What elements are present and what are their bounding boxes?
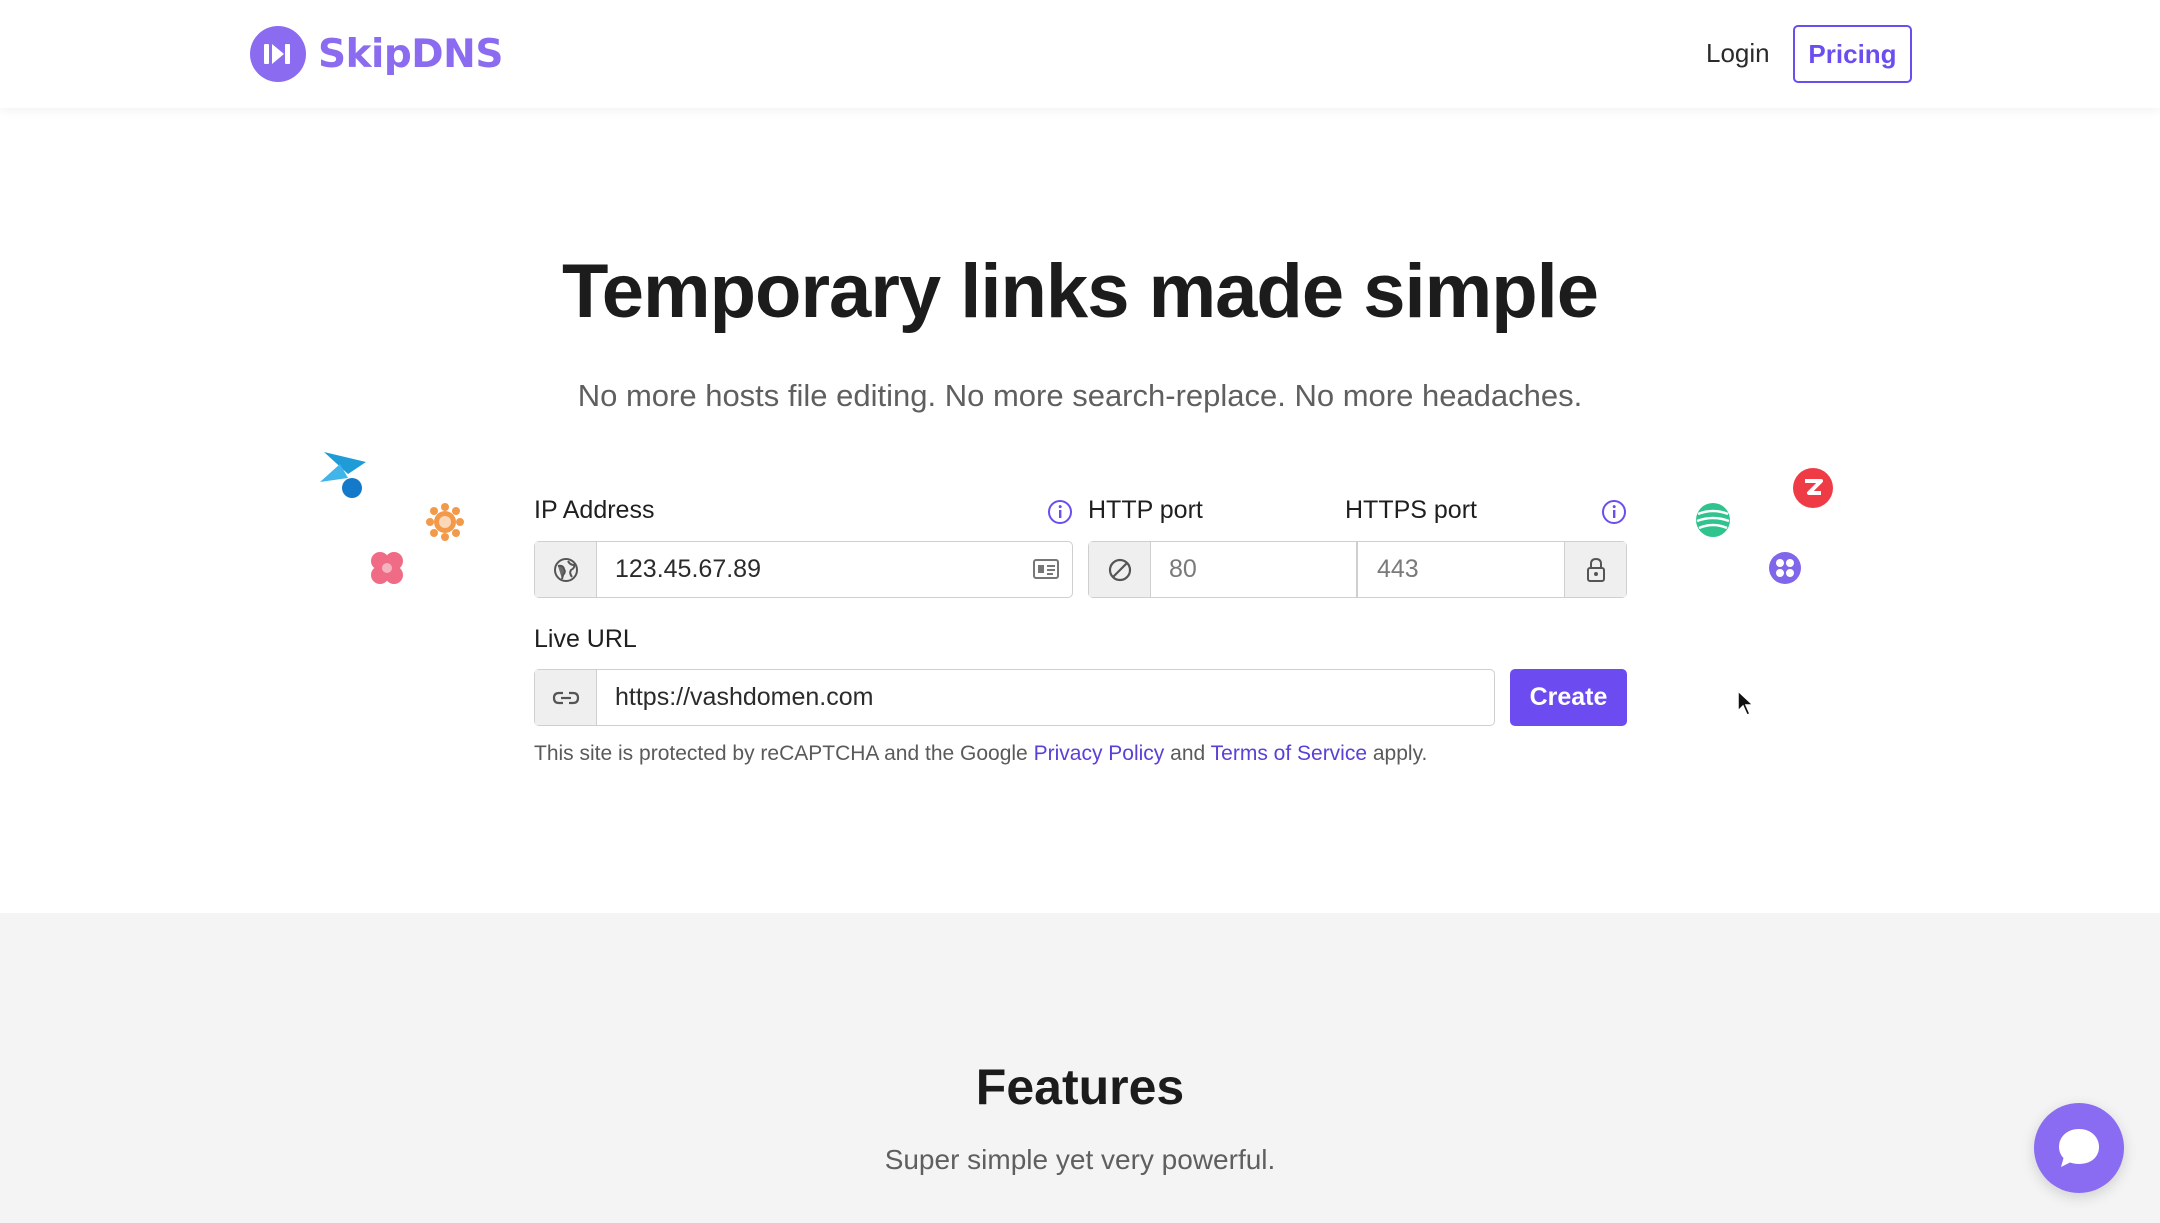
info-icon[interactable]	[1601, 499, 1627, 525]
ip-address-group: 123.45.67.89	[534, 541, 1073, 598]
pricing-button[interactable]: Pricing	[1793, 25, 1912, 83]
live-url-label: Live URL	[534, 625, 637, 653]
info-icon[interactable]	[1047, 499, 1073, 525]
features-subtitle: Super simple yet very powerful.	[884, 1144, 1276, 1175]
chat-launcher-button[interactable]	[2034, 1103, 2124, 1193]
privacy-policy-link[interactable]: Privacy Policy	[1034, 742, 1165, 765]
legal-suffix: apply.	[1372, 742, 1428, 765]
green-stripes-icon	[1695, 502, 1731, 543]
ip-address-label: IP Address	[534, 496, 655, 524]
https-port-input[interactable]: 443	[1377, 542, 1547, 597]
orange-sun-icon	[426, 503, 464, 546]
ports-group: 80 443	[1088, 541, 1627, 598]
mouse-cursor-icon	[1736, 689, 1756, 722]
http-port-label: HTTP port	[1088, 496, 1203, 524]
brand-logo[interactable]: SkipDNS	[250, 26, 503, 82]
terms-of-service-link[interactable]: Terms of Service	[1211, 742, 1367, 765]
recaptcha-notice: This site is protected by reCAPTCHA and …	[534, 742, 1427, 766]
purple-clover-icon	[1768, 551, 1802, 590]
legal-prefix: This site is protected by reCAPTCHA and …	[534, 742, 1028, 765]
blue-flag-icon	[318, 448, 374, 507]
legal-and: and	[1170, 742, 1206, 765]
link-icon	[535, 670, 597, 725]
hero-title: Temporary links made simple	[562, 249, 1599, 334]
field-divider	[1356, 542, 1358, 597]
id-card-icon	[1032, 557, 1060, 586]
chat-bubble-icon	[2059, 1129, 2099, 1167]
live-url-input[interactable]: https://vashdomen.com	[615, 670, 1480, 725]
features-title: Features	[975, 1059, 1185, 1115]
login-link[interactable]: Login	[1706, 38, 1770, 69]
create-button[interactable]: Create	[1510, 669, 1627, 726]
ip-address-input[interactable]: 123.45.67.89	[615, 542, 1012, 597]
lock-icon	[1564, 542, 1626, 597]
hero-subtitle: No more hosts file editing. No more sear…	[577, 378, 1583, 413]
https-port-label: HTTPS port	[1345, 496, 1477, 524]
http-port-input[interactable]: 80	[1169, 542, 1339, 597]
live-url-group: https://vashdomen.com	[534, 669, 1495, 726]
no-symbol-icon	[1089, 542, 1151, 597]
globe-icon	[535, 542, 597, 597]
top-navbar: SkipDNS Login Pricing	[0, 0, 2160, 108]
red-bolt-icon	[1792, 467, 1834, 514]
pink-flower-icon	[369, 550, 405, 591]
brand-name: SkipDNS	[318, 31, 503, 77]
skip-forward-icon	[250, 26, 306, 82]
